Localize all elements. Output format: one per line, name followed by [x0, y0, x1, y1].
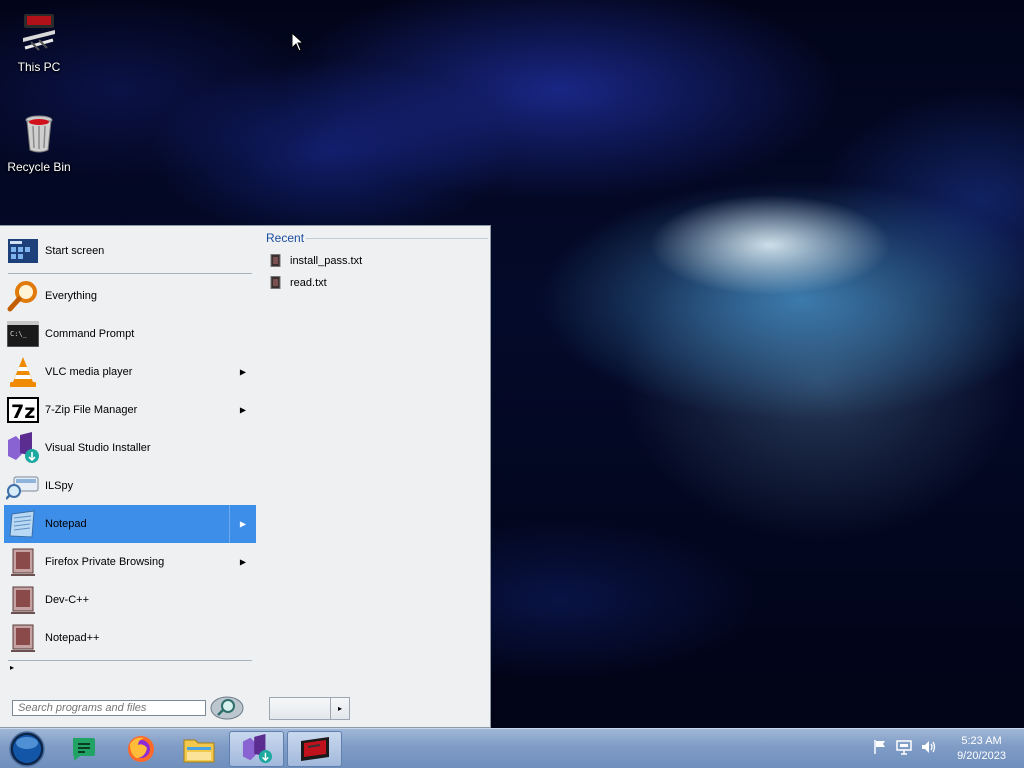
submenu-arrow-icon: ▶	[239, 405, 246, 415]
command-prompt-icon: C:\_	[6, 317, 40, 351]
system-tray	[872, 739, 938, 755]
recent-item-label: read.txt	[290, 276, 327, 289]
taskbar-app-firefox[interactable]	[113, 731, 168, 767]
start-orb[interactable]	[6, 731, 48, 767]
svg-text:7z: 7z	[11, 401, 35, 423]
search-button[interactable]	[209, 695, 245, 721]
program-label: Firefox Private Browsing	[45, 556, 165, 568]
mouse-cursor-icon	[291, 32, 305, 52]
submenu-arrow-icon: ▶	[239, 367, 246, 377]
everything-search-icon	[6, 279, 40, 313]
submenu-arrow-icon: ▶	[239, 519, 246, 529]
program-label: VLC media player	[45, 366, 133, 378]
start-menu: Start screen Everything C:\_ Command Pro…	[0, 225, 491, 728]
program-item-ilspy[interactable]: ILSpy	[4, 467, 256, 505]
recent-divider	[306, 238, 488, 239]
vlc-cone-icon	[6, 355, 40, 389]
taskbar-app-google-chat[interactable]	[55, 731, 110, 767]
volume-icon[interactable]	[920, 739, 938, 755]
firefox-icon	[127, 736, 154, 762]
taskbar-app-file-explorer[interactable]	[171, 731, 226, 767]
google-chat-icon	[72, 738, 95, 761]
text-file-icon	[270, 276, 281, 289]
desktop-icon-label: Recycle Bin	[7, 160, 71, 174]
program-label: Everything	[45, 290, 97, 302]
taskbar: 5:23 AM 9/20/2023	[0, 728, 1024, 768]
recent-title: Recent	[266, 231, 305, 245]
network-icon[interactable]	[896, 739, 912, 755]
desktop-icon-label: This PC	[17, 60, 61, 74]
taskbar-app-this-pc[interactable]	[287, 731, 342, 767]
generic-app-icon	[6, 621, 40, 655]
program-item-dev-cpp[interactable]: Dev-C++	[4, 581, 256, 619]
taskbar-app-visual-studio-installer[interactable]	[229, 731, 284, 767]
search-input[interactable]	[12, 700, 206, 716]
visual-studio-installer-icon	[242, 734, 272, 764]
generic-app-icon	[6, 545, 40, 579]
7zip-icon: 7z	[6, 393, 40, 427]
program-label: Command Prompt	[45, 328, 135, 340]
program-item-notepad[interactable]: Notepad ▶	[4, 505, 256, 543]
shutdown-options-button[interactable]: ▸	[330, 698, 349, 719]
recent-item[interactable]: install_pass.txt	[270, 254, 362, 267]
recent-item-label: install_pass.txt	[290, 254, 363, 267]
program-item-command-prompt[interactable]: C:\_ Command Prompt	[4, 315, 256, 353]
menu-separator	[8, 273, 252, 274]
program-label: ILSpy	[45, 480, 74, 492]
this-pc-icon	[23, 14, 55, 51]
generic-app-icon	[6, 583, 40, 617]
ilspy-icon	[6, 469, 40, 503]
clock-time: 5:23 AM	[961, 735, 1002, 747]
program-label: Dev-C++	[45, 594, 90, 606]
shutdown-button[interactable]	[270, 698, 330, 719]
svg-text:C:\_: C:\_	[10, 330, 28, 338]
this-pc-icon	[300, 737, 329, 761]
all-programs-arrow-icon[interactable]: ▸	[10, 663, 14, 672]
program-label: Start screen	[45, 245, 105, 257]
program-item-7zip[interactable]: 7z 7-Zip File Manager ▶	[4, 391, 256, 429]
file-explorer-icon	[183, 739, 214, 763]
text-file-icon	[270, 254, 281, 267]
shutdown-arrow-icon: ▸	[337, 704, 342, 713]
clock-date: 9/20/2023	[957, 750, 1006, 762]
program-label: Notepad	[45, 518, 87, 530]
visual-studio-installer-icon	[6, 431, 40, 465]
program-item-notepad-plus-plus[interactable]: Notepad++	[4, 619, 256, 657]
program-label: Visual Studio Installer	[45, 442, 151, 454]
desktop-icon-this-pc[interactable]: This PC	[1, 12, 77, 74]
program-item-vlc[interactable]: VLC media player ▶	[4, 353, 256, 391]
menu-separator	[8, 660, 252, 661]
notepad-icon	[6, 507, 40, 541]
program-item-firefox-private[interactable]: Firefox Private Browsing ▶	[4, 543, 256, 581]
program-label: Notepad++	[45, 632, 100, 644]
desktop-icon-recycle-bin[interactable]: Recycle Bin	[1, 112, 77, 174]
program-label: 7-Zip File Manager	[45, 404, 138, 416]
taskbar-clock[interactable]: 5:23 AM 9/20/2023	[957, 734, 1006, 764]
recycle-bin-icon	[25, 115, 53, 153]
program-list: Start screen Everything C:\_ Command Pro…	[4, 232, 256, 664]
flag-icon[interactable]	[872, 739, 888, 755]
submenu-arrow-icon: ▶	[239, 557, 246, 567]
program-item-visual-studio-installer[interactable]: Visual Studio Installer	[4, 429, 256, 467]
recent-item[interactable]: read.txt	[270, 276, 327, 289]
shutdown-button-group: ▸	[269, 697, 350, 720]
program-item-start-screen[interactable]: Start screen	[4, 232, 256, 270]
start-screen-icon	[6, 234, 40, 268]
program-item-everything[interactable]: Everything	[4, 277, 256, 315]
